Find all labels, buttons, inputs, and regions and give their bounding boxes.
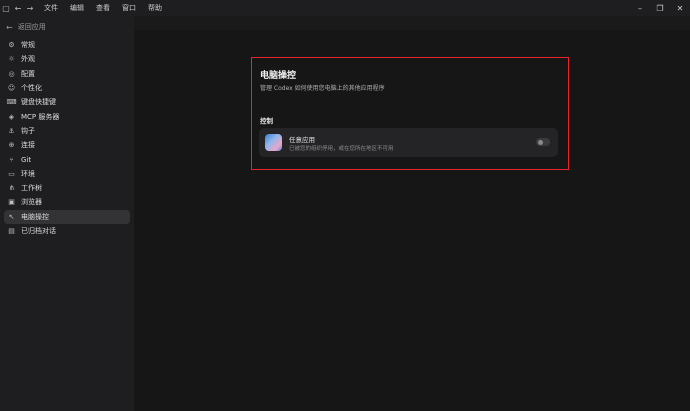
sidebar-item-git[interactable]: ⑂ Git: [4, 152, 130, 166]
sidebar-item-label: 键盘快捷键: [21, 98, 56, 107]
back-label: 返回应用: [17, 23, 46, 31]
cursor-icon: ↖: [8, 212, 15, 221]
sidebar-item-label: 外观: [21, 55, 35, 64]
sidebar-item-label: MCP 服务器: [21, 112, 60, 121]
sidebar-item-appearance[interactable]: ☼ 外观: [4, 52, 130, 66]
smile-icon: ☺: [7, 84, 16, 93]
menu-edit[interactable]: 编辑: [70, 3, 84, 13]
minimize-icon[interactable]: –: [630, 0, 650, 16]
sidebar-toggle-icon[interactable]: ▢: [0, 0, 12, 16]
config-icon: ◎: [8, 69, 15, 78]
sidebar-item-keyboard-shortcuts[interactable]: ⌨ 键盘快捷键: [4, 95, 130, 109]
menu-view[interactable]: 查看: [96, 3, 110, 13]
section-heading: 控制: [260, 117, 273, 125]
back-arrow-icon: ←: [6, 22, 13, 32]
window-controls: – ❐ ✕: [630, 0, 690, 16]
sidebar-item-label: 环境: [21, 169, 35, 178]
hook-icon: ⚓: [8, 126, 15, 135]
menu-window[interactable]: 窗口: [122, 3, 136, 13]
sidebar-item-label: 配置: [21, 69, 35, 78]
any-app-toggle[interactable]: [536, 138, 550, 146]
page-subtitle: 管理 Codex 如何使用您电脑上的其他应用程序: [260, 85, 385, 92]
sidebar-item-label: 连接: [21, 141, 35, 150]
browser-icon: ▣: [8, 198, 15, 207]
sidebar-item-general[interactable]: ⚙ 常规: [4, 38, 130, 52]
back-arrow-icon[interactable]: ←: [12, 0, 24, 16]
maximize-icon[interactable]: ❐: [650, 0, 670, 16]
menu-file[interactable]: 文件: [44, 3, 58, 13]
sidebar-item-label: 常规: [21, 41, 35, 50]
card-title: 任意应用: [289, 136, 315, 144]
sidebar-item-archived-chats[interactable]: ▤ 已归档对话: [4, 224, 130, 238]
tree-icon: ⋔: [8, 184, 15, 193]
terminal-icon: ▭: [8, 169, 15, 178]
sidebar-item-label: 浏览器: [21, 198, 42, 207]
sidebar-item-label: 个性化: [21, 84, 42, 93]
sidebar-item-label: 电脑操控: [21, 212, 49, 221]
sidebar-item-hooks[interactable]: ⚓ 钩子: [4, 124, 130, 138]
sidebar-item-environment[interactable]: ▭ 环境: [4, 167, 130, 181]
sun-icon: ☼: [8, 55, 15, 64]
sidebar-item-computer-control[interactable]: ↖ 电脑操控: [4, 209, 130, 224]
keyboard-icon: ⌨: [6, 98, 17, 107]
gear-icon: ⚙: [8, 41, 15, 50]
card-description: 已被您的组织停用，或在您所在地区不可用: [289, 146, 394, 152]
any-app-card: 任意应用 已被您的组织停用，或在您所在地区不可用: [259, 128, 558, 157]
sidebar-item-config[interactable]: ◎ 配置: [4, 67, 130, 81]
sidebar-item-mcp-servers[interactable]: ◈ MCP 服务器: [4, 109, 130, 123]
git-icon: ⑂: [9, 155, 14, 164]
sidebar-item-label: 钩子: [21, 126, 35, 135]
computer-control-panel: 电脑操控 管理 Codex 如何使用您电脑上的其他应用程序 控制 任意应用 已被…: [251, 57, 569, 170]
settings-nav: ⚙ 常规 ☼ 外观 ◎ 配置 ☺ 个性化 ⌨ 键盘快捷键 ◈ MCP 服务器 ⚓…: [4, 38, 130, 238]
menu-bar: 文件 编辑 查看 窗口 帮助: [44, 3, 174, 13]
sidebar-item-connections[interactable]: ⊕ 连接: [4, 138, 130, 152]
toggle-knob: [537, 139, 543, 145]
menu-help[interactable]: 帮助: [148, 3, 162, 13]
sidebar-item-label: 工作树: [21, 184, 42, 193]
server-icon: ◈: [8, 112, 15, 121]
globe-icon: ⊕: [8, 141, 15, 150]
title-bar: ▢ ← → 文件 编辑 查看 窗口 帮助 – ❐ ✕: [0, 0, 690, 16]
sidebar-item-label: 已归档对话: [21, 227, 56, 235]
page-title: 电脑操控: [260, 71, 297, 81]
sidebar-item-personalization[interactable]: ☺ 个性化: [4, 81, 130, 95]
main-header-strip: [134, 16, 690, 30]
back-to-app-button[interactable]: ← 返回应用: [6, 22, 46, 32]
sidebar-item-label: Git: [21, 155, 32, 164]
sidebar-item-worktrees[interactable]: ⋔ 工作树: [4, 181, 130, 195]
forward-arrow-icon[interactable]: →: [24, 0, 36, 16]
sidebar-item-browser[interactable]: ▣ 浏览器: [4, 195, 130, 209]
close-icon[interactable]: ✕: [670, 0, 690, 16]
app-icon: [265, 134, 282, 151]
archive-icon: ▤: [8, 227, 15, 235]
sidebar: ← 返回应用 ⚙ 常规 ☼ 外观 ◎ 配置 ☺ 个性化 ⌨ 键盘快捷键 ◈ MC…: [0, 16, 134, 411]
main-content: 电脑操控 管理 Codex 如何使用您电脑上的其他应用程序 控制 任意应用 已被…: [134, 16, 690, 411]
